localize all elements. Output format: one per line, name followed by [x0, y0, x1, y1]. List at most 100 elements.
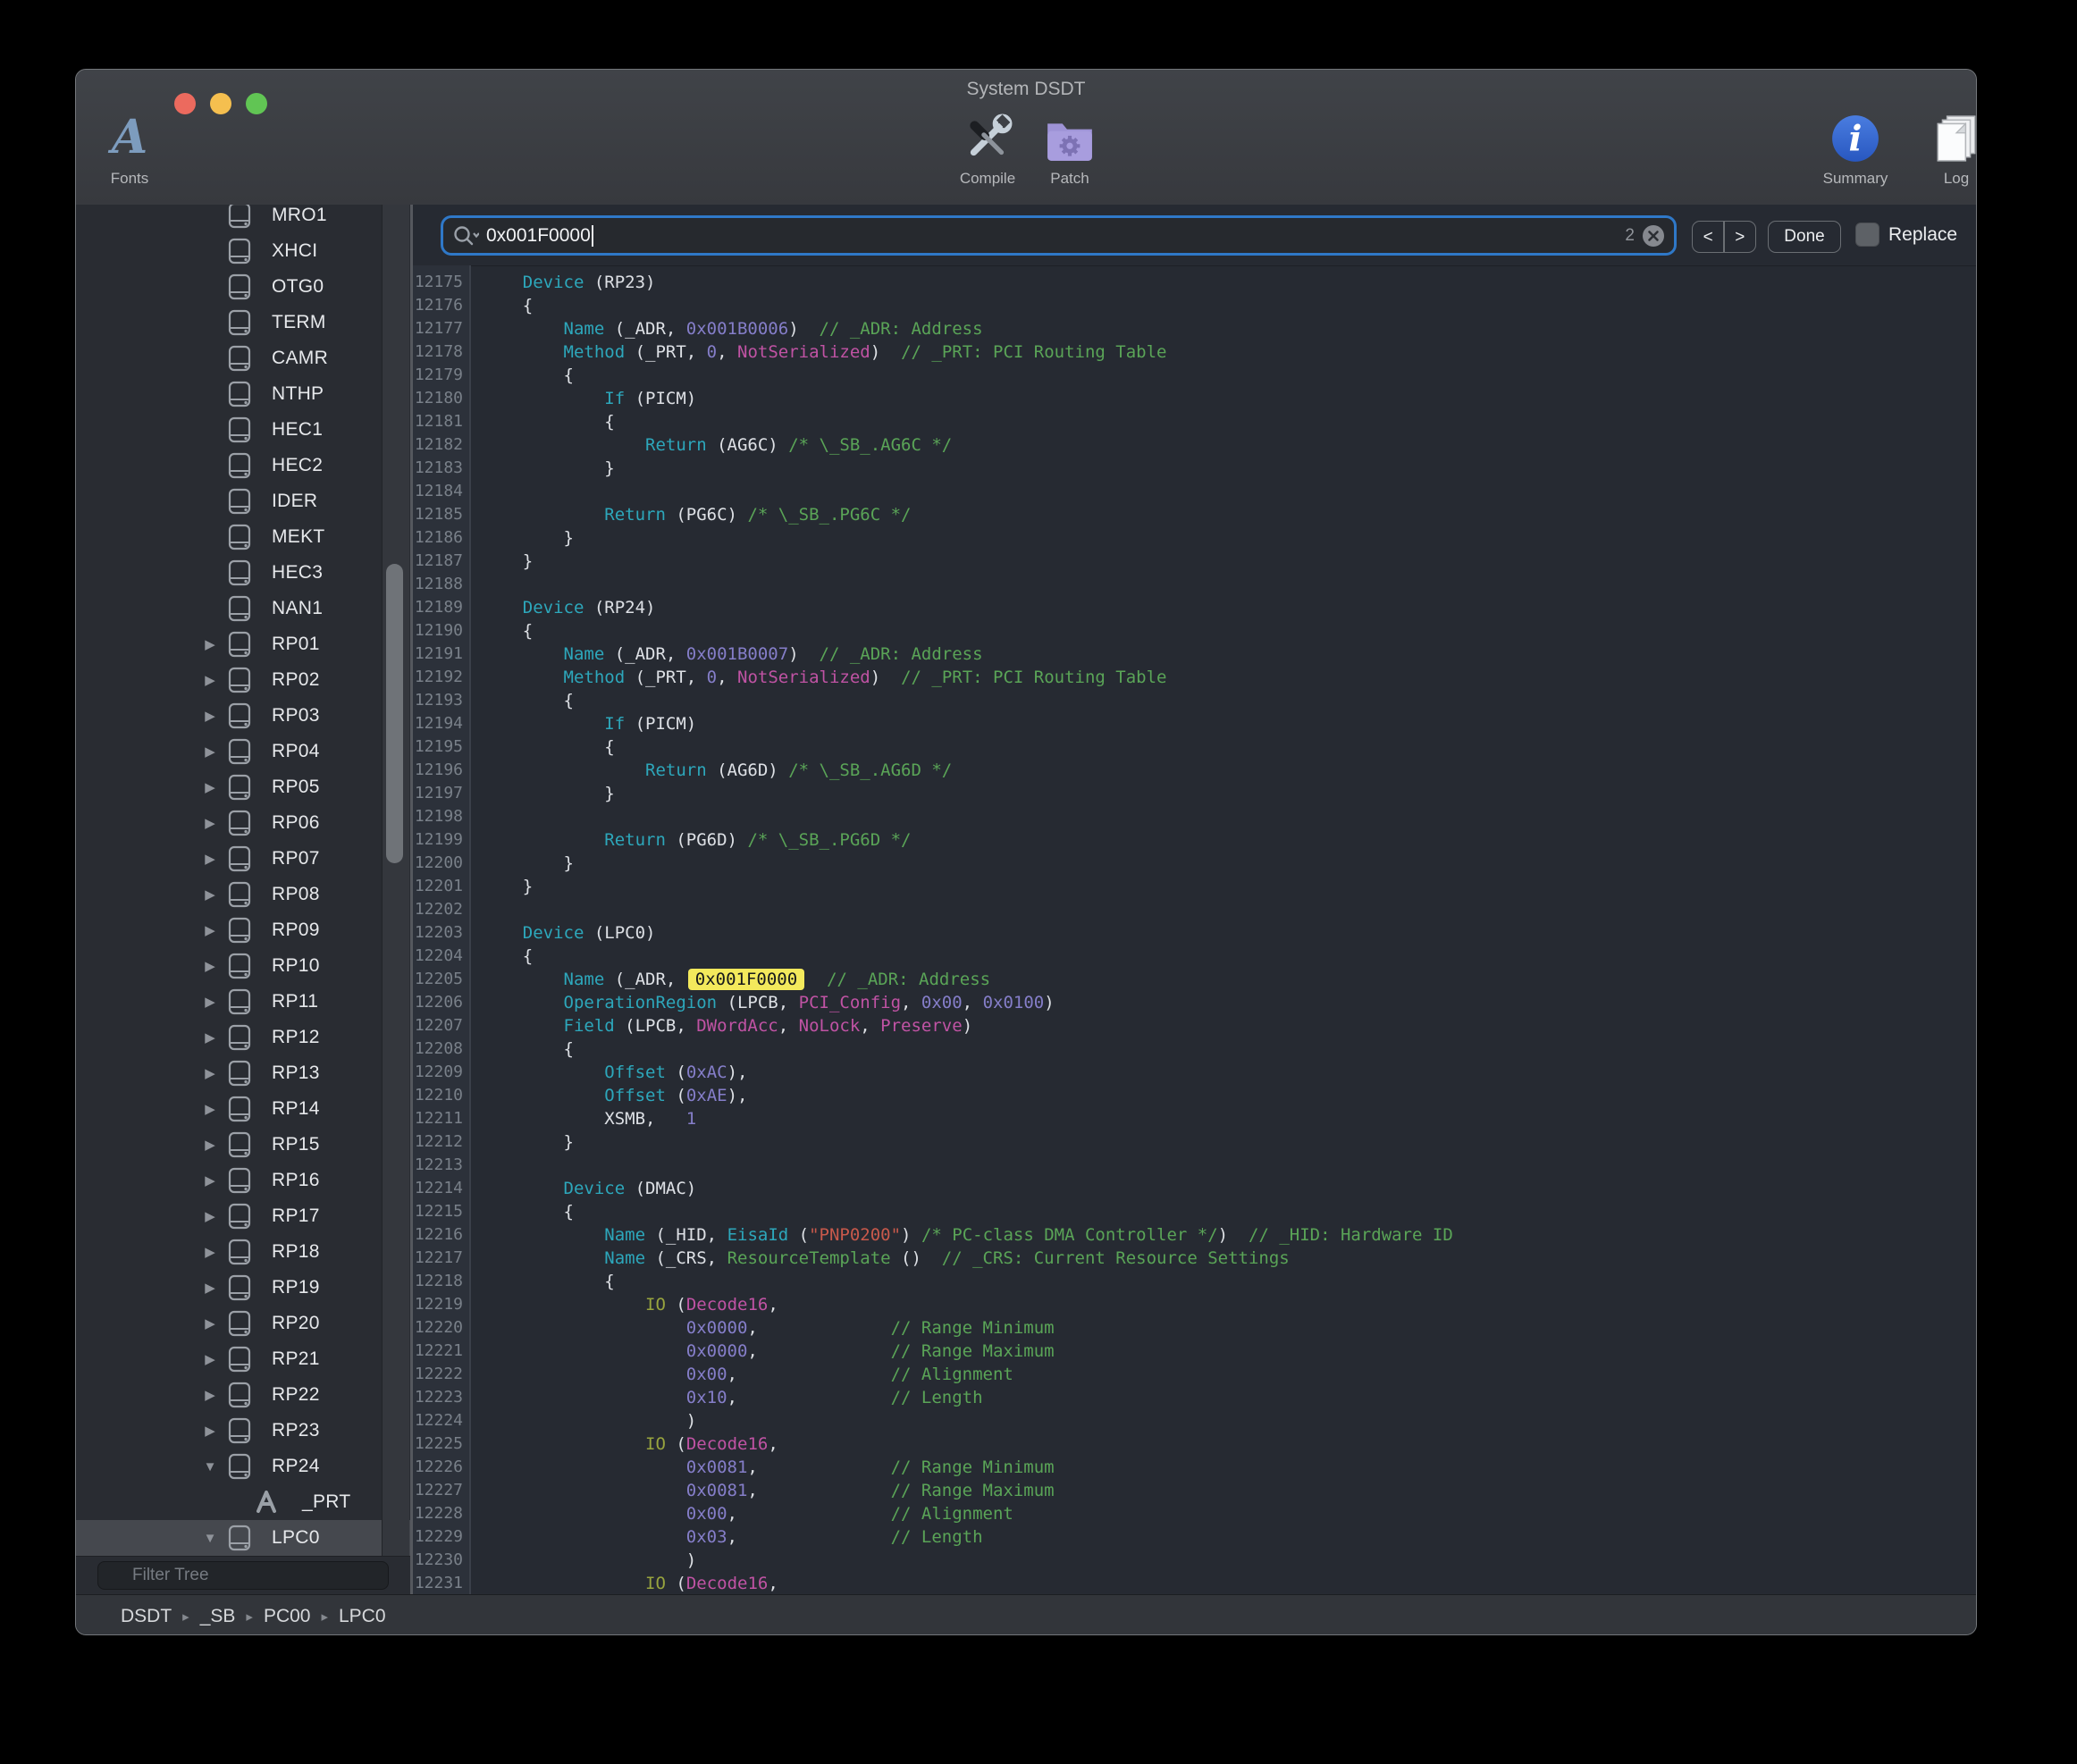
sidebar-item-hec2[interactable]: HEC2 [76, 448, 410, 483]
disclosure-triangle-icon[interactable]: ▶ [200, 1172, 220, 1189]
sidebar-item-rp11[interactable]: ▶RP11 [76, 984, 410, 1020]
disclosure-triangle-icon[interactable]: ▶ [200, 1351, 220, 1367]
disclosure-triangle-icon[interactable]: ▶ [200, 994, 220, 1010]
sidebar-item-rp18[interactable]: ▶RP18 [76, 1234, 410, 1270]
sidebar-item-nthp[interactable]: NTHP [76, 376, 410, 412]
sidebar-item-rp13[interactable]: ▶ RP13 [76, 1055, 410, 1091]
disclosure-triangle-icon[interactable]: ▶ [200, 1280, 220, 1296]
sidebar-item-rp16[interactable]: ▶RP16 [76, 1163, 410, 1198]
sidebar-item-label: IDER [272, 491, 317, 512]
code-line: Name (_HID, EisaId ("PNP0200") /* PC-cla… [482, 1223, 1453, 1247]
sidebar-item-rp04[interactable]: ▶RP04 [76, 734, 410, 769]
sidebar-item-rp14[interactable]: ▶RP14 [76, 1091, 410, 1127]
disclosure-triangle-icon[interactable]: ▶ [200, 1423, 220, 1439]
sidebar-item-lpc0[interactable]: ▼LPC0 [76, 1520, 410, 1556]
find-next-button[interactable]: > [1725, 223, 1755, 252]
find-previous-button[interactable]: < [1693, 223, 1723, 252]
sidebar-item-hec1[interactable]: HEC1 [76, 412, 410, 448]
breadcrumb-item-pc00[interactable]: PC00 [264, 1606, 311, 1627]
breadcrumb-item-_sb[interactable]: _SB [200, 1606, 236, 1627]
line-number: 12203 [413, 921, 463, 945]
sidebar-item-rp24[interactable]: ▼RP24 [76, 1449, 410, 1484]
filter-tree-input[interactable] [97, 1561, 389, 1590]
disclosure-triangle-icon[interactable]: ▼ [200, 1459, 220, 1474]
patch-folder-icon [1044, 113, 1096, 164]
sidebar-item-mekt[interactable]: MEKT [76, 519, 410, 555]
log-button[interactable]: Log [1919, 113, 1977, 188]
sidebar-item-nan1[interactable]: NAN1 [76, 591, 410, 626]
disclosure-triangle-icon[interactable]: ▶ [200, 743, 220, 760]
disclosure-triangle-icon[interactable]: ▼ [200, 1531, 220, 1546]
sidebar-item-label: HEC1 [272, 419, 323, 441]
disclosure-triangle-icon[interactable]: ▶ [200, 1387, 220, 1403]
breadcrumb-item-dsdt[interactable]: DSDT [121, 1606, 172, 1627]
patch-button[interactable]: Patch [1032, 113, 1107, 188]
sidebar-item-label: RP13 [272, 1063, 320, 1084]
disclosure-triangle-icon[interactable]: ▶ [200, 851, 220, 867]
sidebar-item-rp08[interactable]: ▶RP08 [76, 877, 410, 912]
device-icon [227, 1096, 252, 1122]
disclosure-triangle-icon[interactable]: ▶ [200, 672, 220, 688]
sidebar-item-otg0[interactable]: OTG0 [76, 269, 410, 305]
device-icon [227, 667, 252, 693]
sidebar-item-rp03[interactable]: ▶RP03 [76, 698, 410, 734]
line-number: 12190 [413, 619, 463, 643]
sidebar-item-rp07[interactable]: ▶RP07 [76, 841, 410, 877]
done-button[interactable]: Done [1768, 221, 1841, 253]
sidebar-item-rp20[interactable]: ▶RP20 [76, 1306, 410, 1341]
clear-search-icon[interactable] [1642, 224, 1665, 248]
sidebar-item-label: MRO1 [272, 205, 327, 226]
sidebar-item-ider[interactable]: IDER [76, 483, 410, 519]
sidebar-item-rp17[interactable]: ▶RP17 [76, 1198, 410, 1234]
sidebar-item-xhci[interactable]: XHCI [76, 233, 410, 269]
line-number: 12186 [413, 526, 463, 550]
replace-checkbox[interactable] [1855, 223, 1879, 247]
device-icon [227, 845, 252, 872]
sidebar-item-rp09[interactable]: ▶RP09 [76, 912, 410, 948]
code-line: IO (Decode16, [482, 1572, 1453, 1594]
disclosure-triangle-icon[interactable]: ▶ [200, 1137, 220, 1153]
sidebar-item-rp12[interactable]: ▶RP12 [76, 1020, 410, 1055]
line-number: 12189 [413, 596, 463, 619]
sidebar-scrollbar-track[interactable] [382, 205, 409, 1556]
breadcrumb-item-lpc0[interactable]: LPC0 [339, 1606, 386, 1627]
disclosure-triangle-icon[interactable]: ▶ [200, 922, 220, 938]
sidebar-item-mro1[interactable]: MRO1 [76, 205, 410, 233]
sidebar-item-rp19[interactable]: ▶RP19 [76, 1270, 410, 1306]
disclosure-triangle-icon[interactable]: ▶ [200, 958, 220, 974]
fonts-button[interactable]: A Fonts [94, 113, 165, 188]
sidebar-item-rp02[interactable]: ▶RP02 [76, 662, 410, 698]
sidebar-item-rp21[interactable]: ▶RP21 [76, 1341, 410, 1377]
sidebar-scrollbar-thumb[interactable] [386, 564, 403, 863]
disclosure-triangle-icon[interactable]: ▶ [200, 636, 220, 652]
disclosure-triangle-icon[interactable]: ▶ [200, 1315, 220, 1331]
sidebar-item-term[interactable]: TERM [76, 305, 410, 340]
disclosure-triangle-icon[interactable]: ▶ [200, 1029, 220, 1046]
sidebar-item-_prt[interactable]: _PRT [76, 1484, 410, 1520]
line-number: 12187 [413, 550, 463, 573]
device-icon [227, 917, 252, 944]
sidebar-item-rp06[interactable]: ▶RP06 [76, 805, 410, 841]
disclosure-triangle-icon[interactable]: ▶ [200, 815, 220, 831]
sidebar-item-rp10[interactable]: ▶RP10 [76, 948, 410, 984]
disclosure-triangle-icon[interactable]: ▶ [200, 1244, 220, 1260]
sidebar-item-camr[interactable]: CAMR [76, 340, 410, 376]
disclosure-triangle-icon[interactable]: ▶ [200, 1065, 220, 1081]
sidebar-item-rp15[interactable]: ▶RP15 [76, 1127, 410, 1163]
sidebar-item-rp22[interactable]: ▶RP22 [76, 1377, 410, 1413]
sidebar-item-rp01[interactable]: ▶RP01 [76, 626, 410, 662]
sidebar-item-label: RP05 [272, 777, 320, 798]
svg-text:i: i [1849, 118, 1863, 159]
code-editor[interactable]: 1217512176121771217812179121801218112182… [413, 265, 1977, 1594]
sidebar-item-rp05[interactable]: ▶ RP05 [76, 769, 410, 805]
summary-button[interactable]: i Summary [1779, 113, 1931, 188]
disclosure-triangle-icon[interactable]: ▶ [200, 1208, 220, 1224]
disclosure-triangle-icon[interactable]: ▶ [200, 886, 220, 903]
disclosure-triangle-icon[interactable]: ▶ [200, 708, 220, 724]
disclosure-triangle-icon[interactable]: ▶ [200, 779, 220, 795]
print-button[interactable]: Print [1974, 113, 1977, 188]
disclosure-triangle-icon[interactable]: ▶ [200, 1101, 220, 1117]
find-input[interactable]: 0x001F0000 2 [443, 218, 1674, 253]
sidebar-item-hec3[interactable]: HEC3 [76, 555, 410, 591]
sidebar-item-rp23[interactable]: ▶RP23 [76, 1413, 410, 1449]
